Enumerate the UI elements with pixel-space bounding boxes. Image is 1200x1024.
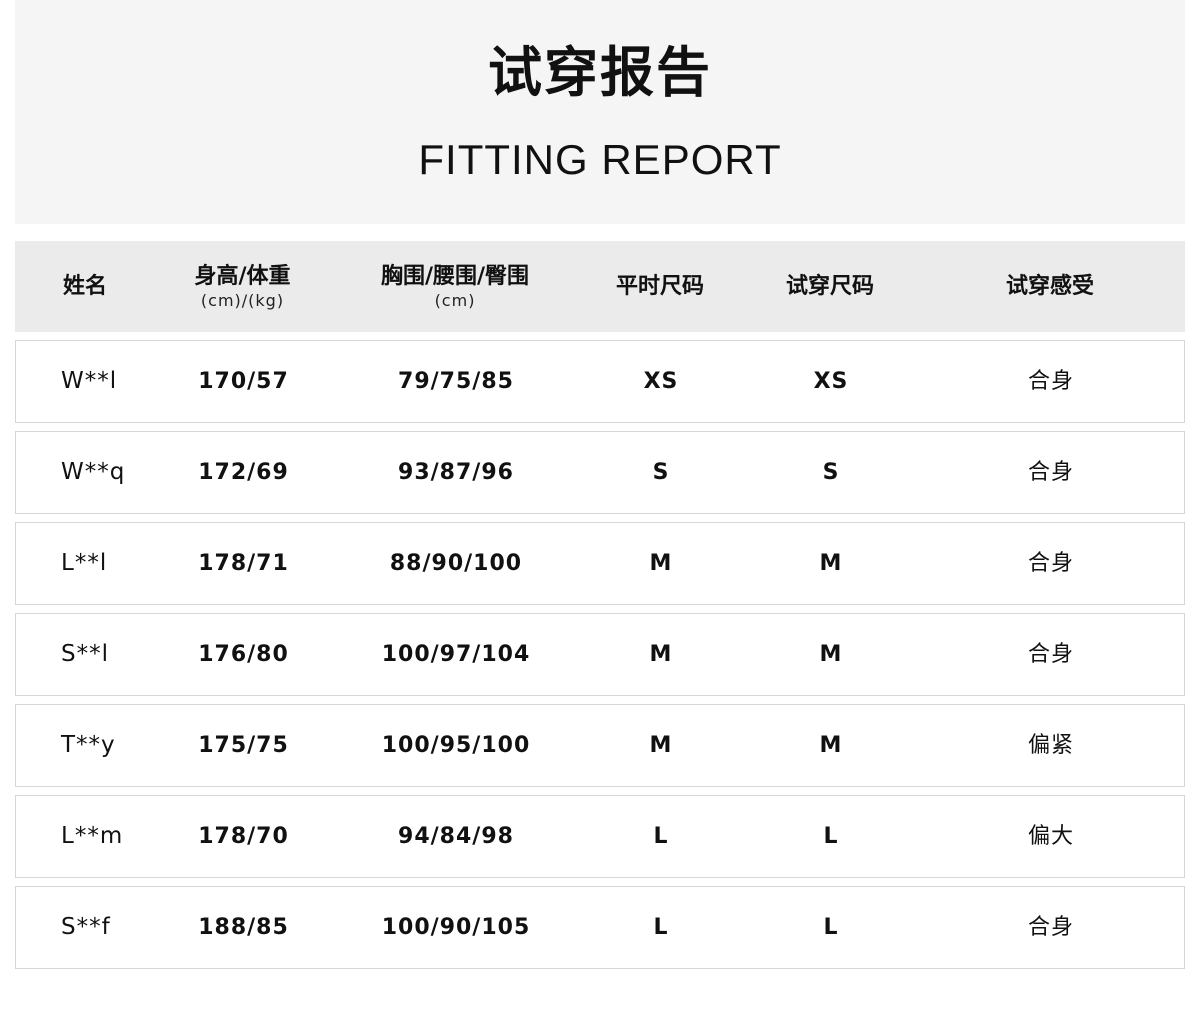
table-row: L**l 178/71 88/90/100 M M 合身 — [15, 522, 1185, 605]
cell-name: W**q — [61, 459, 126, 485]
cell-trial-size: L — [823, 915, 839, 940]
cell-height-weight: 170/57 — [198, 369, 289, 394]
table-row: T**y 175/75 100/95/100 M M 偏紧 — [15, 704, 1185, 787]
cell-measurements: 100/95/100 — [381, 733, 531, 758]
column-header-usual-size: 平时尺码 — [580, 273, 740, 301]
cell-name: T**y — [61, 732, 116, 758]
column-header-trial-size: 试穿尺码 — [740, 273, 920, 301]
cell-height-weight: 188/85 — [198, 915, 289, 940]
table-row: W**q 172/69 93/87/96 S S 合身 — [15, 431, 1185, 514]
cell-usual-size: M — [649, 642, 673, 667]
cell-name: S**f — [61, 914, 111, 940]
cell-feeling: 合身 — [1027, 369, 1074, 394]
cell-usual-size: L — [653, 915, 669, 940]
column-header-unit: (cm) — [434, 291, 476, 310]
cell-height-weight: 176/80 — [198, 642, 289, 667]
column-header-measurements: 胸围/腰围/臀围 (cm) — [330, 263, 580, 311]
cell-trial-size: M — [819, 733, 843, 758]
column-header-height-weight: 身高/体重 (cm)/(kg) — [155, 263, 330, 311]
cell-height-weight: 178/70 — [198, 824, 289, 849]
cell-name: S**l — [61, 641, 109, 667]
cell-measurements: 100/97/104 — [381, 642, 531, 667]
cell-trial-size: XS — [813, 369, 849, 394]
cell-measurements: 79/75/85 — [398, 369, 514, 394]
cell-feeling: 偏大 — [1027, 824, 1074, 849]
column-header-label: 姓名 — [62, 274, 107, 299]
column-header-label: 平时尺码 — [615, 274, 704, 299]
cell-trial-size: L — [823, 824, 839, 849]
table-row: S**f 188/85 100/90/105 L L 合身 — [15, 886, 1185, 969]
cell-usual-size: M — [649, 551, 673, 576]
table-row: S**l 176/80 100/97/104 M M 合身 — [15, 613, 1185, 696]
cell-measurements: 100/90/105 — [381, 915, 531, 940]
page-title: 试穿报告 — [488, 41, 712, 104]
cell-feeling: 合身 — [1027, 642, 1074, 667]
cell-feeling: 偏紧 — [1027, 733, 1074, 758]
table-row: L**m 178/70 94/84/98 L L 偏大 — [15, 795, 1185, 878]
cell-usual-size: XS — [643, 369, 679, 394]
cell-measurements: 88/90/100 — [389, 551, 523, 576]
page-subtitle: FITTING REPORT — [418, 136, 782, 183]
column-header-label: 试穿感受 — [1005, 274, 1094, 299]
column-header-feeling: 试穿感受 — [920, 273, 1180, 301]
cell-feeling: 合身 — [1027, 915, 1074, 940]
cell-height-weight: 172/69 — [198, 460, 289, 485]
cell-trial-size: M — [819, 551, 843, 576]
cell-trial-size: M — [819, 642, 843, 667]
cell-name: L**l — [61, 550, 108, 576]
cell-measurements: 93/87/96 — [398, 460, 514, 485]
table-row: W**l 170/57 79/75/85 XS XS 合身 — [15, 340, 1185, 423]
cell-height-weight: 178/71 — [198, 551, 289, 576]
cell-usual-size: M — [649, 733, 673, 758]
column-header-label: 身高/体重 — [194, 264, 291, 289]
cell-usual-size: L — [653, 824, 669, 849]
cell-height-weight: 175/75 — [198, 733, 289, 758]
report-banner: 试穿报告 FITTING REPORT — [15, 0, 1185, 224]
table-header: 姓名 身高/体重 (cm)/(kg) 胸围/腰围/臀围 (cm) 平时尺码 试穿… — [15, 241, 1185, 332]
column-header-name: 姓名 — [15, 273, 155, 301]
column-header-label: 试穿尺码 — [785, 274, 874, 299]
cell-name: L**m — [61, 823, 124, 849]
cell-feeling: 合身 — [1027, 460, 1074, 485]
cell-feeling: 合身 — [1027, 551, 1074, 576]
column-header-label: 胸围/腰围/臀围 — [380, 264, 530, 289]
cell-measurements: 94/84/98 — [398, 824, 514, 849]
cell-name: W**l — [61, 368, 118, 394]
cell-usual-size: S — [652, 460, 670, 485]
column-header-unit: (cm)/(kg) — [200, 291, 285, 310]
cell-trial-size: S — [822, 460, 840, 485]
